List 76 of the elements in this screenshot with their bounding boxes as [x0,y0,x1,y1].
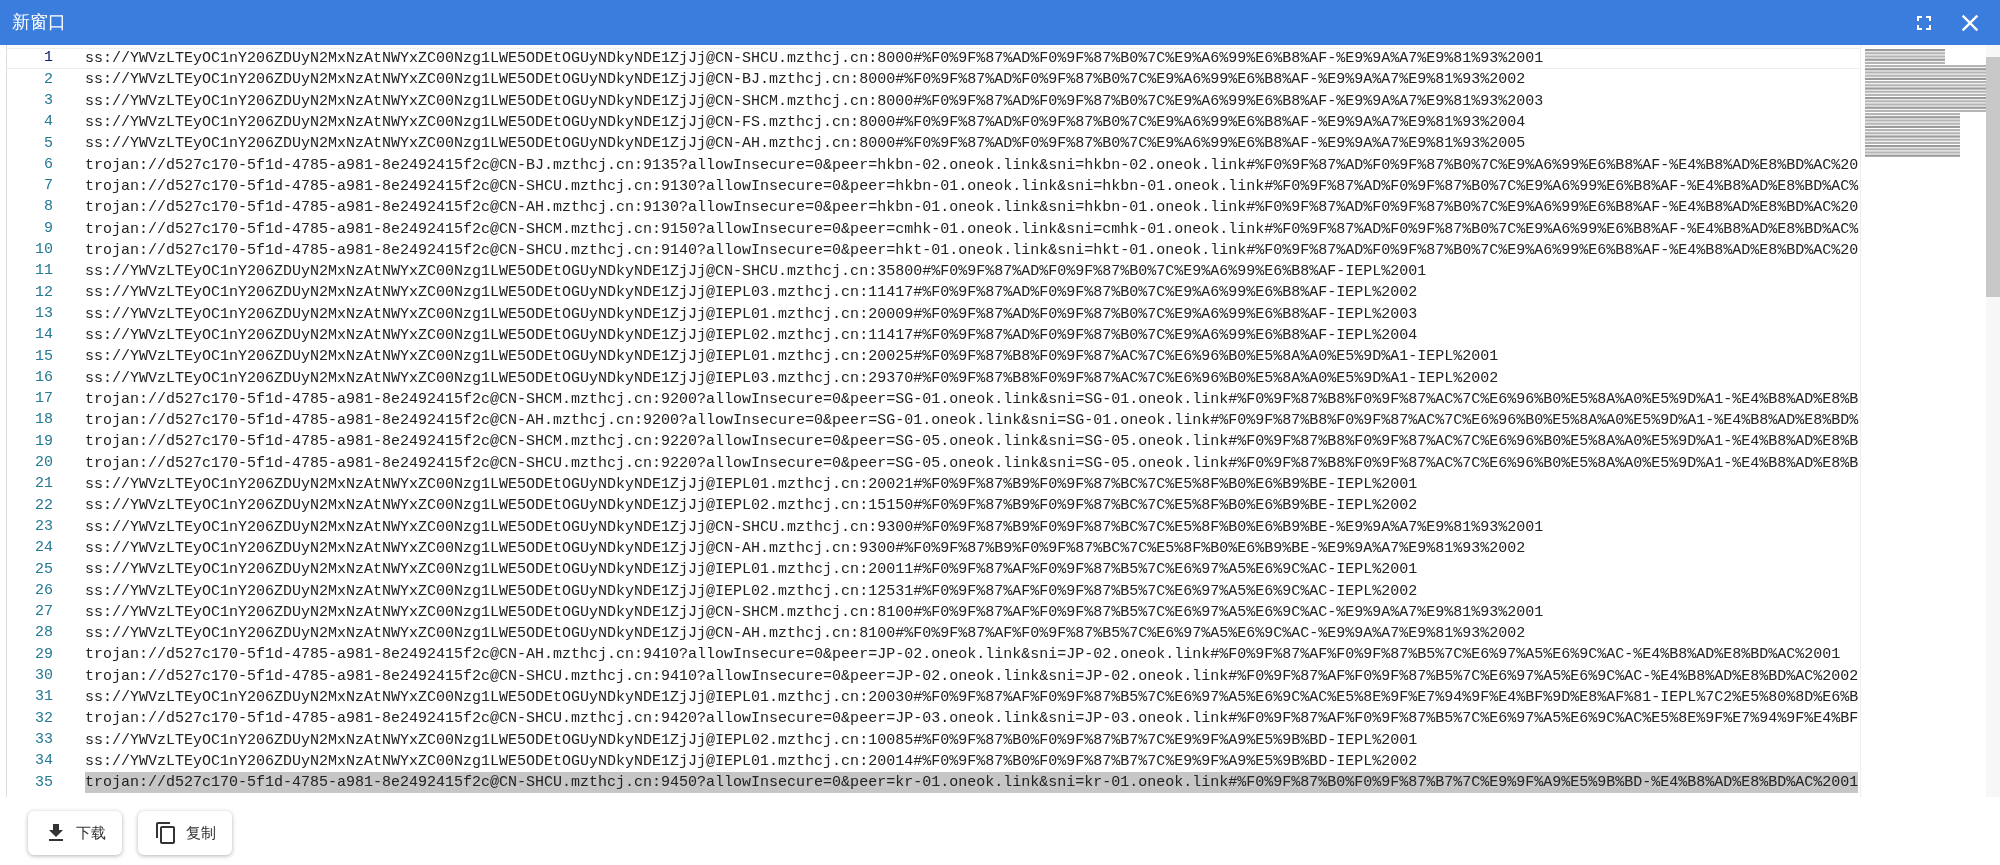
code-line: ss://YWVzLTEyOC1nY206ZDUyN2MxNzAtNWYxZC00Nzg1LWE5ODEtOGUyNDkyNDE1ZjJj@IEPL01.mzthcj.cn:20030#%F0%9F%87%AF%F0%9F%87%B5%7C%E6%97%A5%E6%9C%AC%E5%8E%9F%E7%94%9F%E4%BF%9D%E8%AF%81-IEPL%7C2%E5%80%8D%E6%B [85,688,1859,709]
code-line: trojan://d527c170-5f1d-4785-a981-8e2492415f2c@CN-SHCU.mzthcj.cn:9130?allowInsecure=0&peer=hkbn-01.oneok.link&sni=hkbn-01.oneok.link#%F0%9F%87%AD%F0%9F%87%B0%7C%E9%A6%99%E6%B8%AF-%E4%B8%AD%E8%BD%AC% [85,176,1859,197]
line-number: 33 [34,729,53,750]
download-button[interactable]: 下载 [28,811,122,855]
line-number: 5 [43,133,53,154]
code-line: ss://YWVzLTEyOC1nY206ZDUyN2MxNzAtNWYxZC00Nzg1LWE5ODEtOGUyNDkyNDE1ZjJj@IEPL03.mzthcj.cn:29370#%F0%9F%87%B8%F0%9F%87%AC%7C%E6%96%B0%E5%8A%A0%E5%9D%A1-IEPL%2002 [85,368,1499,389]
code-line: ss://YWVzLTEyOC1nY206ZDUyN2MxNzAtNWYxZC00Nzg1LWE5ODEtOGUyNDkyNDE1ZjJj@IEPL01.mzthcj.cn:20011#%F0%9F%87%AF%F0%9F%87%B5%7C%E6%97%A5%E6%9C%AC-IEPL%2001 [85,560,1418,581]
code-line: ss://YWVzLTEyOC1nY206ZDUyN2MxNzAtNWYxZC00Nzg1LWE5ODEtOGUyNDkyNDE1ZjJj@IEPL02.mzthcj.cn:15150#%F0%9F%87%B9%F0%9F%87%BC%7C%E5%8F%B0%E6%B9%BE-IEPL%2002 [85,496,1418,517]
line-number: 7 [43,176,53,197]
line-number: 22 [34,495,53,516]
copy-button[interactable]: 复制 [138,811,232,855]
line-number: 15 [34,346,53,367]
line-number: 17 [34,389,53,410]
code-line: ss://YWVzLTEyOC1nY206ZDUyN2MxNzAtNWYxZC00Nzg1LWE5ODEtOGUyNDkyNDE1ZjJj@CN-SHCU.mzthcj.cn:8000#%F0%9F%87%AD%F0%9F%87%B0%7C%E9%A6%99%E6%B8%AF-%E9%9A%A7%E9%81%93%2001 [85,49,1544,70]
line-number: 26 [34,580,53,601]
code-line: trojan://d527c170-5f1d-4785-a981-8e2492415f2c@CN-AH.mzthcj.cn:9130?allowInsecure=0&peer=hkbn-01.oneok.link&sni=hkbn-01.oneok.link#%F0%9F%87%AD%F0%9F%87%B0%7C%E9%A6%99%E6%B8%AF-%E4%B8%AD%E8%BD%AC%20 [85,198,1859,219]
line-number: 25 [34,559,53,580]
code-line: trojan://d527c170-5f1d-4785-a981-8e2492415f2c@CN-SHCU.mzthcj.cn:9220?allowInsecure=0&peer=SG-05.oneok.link&sni=SG-05.oneok.link#%F0%9F%87%B8%F0%9F%87%AC%7C%E6%96%B0%E5%8A%A0%E5%9D%A1-%E4%B8%AD%E8%B [85,453,1859,474]
code-line: ss://YWVzLTEyOC1nY206ZDUyN2MxNzAtNWYxZC00Nzg1LWE5ODEtOGUyNDkyNDE1ZjJj@IEPL02.mzthcj.cn:12531#%F0%9F%87%AF%F0%9F%87%B5%7C%E6%97%A5%E6%9C%AC-IEPL%2002 [85,581,1418,602]
line-number: 32 [34,708,53,729]
line-number: 23 [34,516,53,537]
line-number: 35 [34,772,53,793]
line-number: 21 [34,474,53,495]
line-number: 1 [43,48,53,69]
code-line: ss://YWVzLTEyOC1nY206ZDUyN2MxNzAtNWYxZC00Nzg1LWE5ODEtOGUyNDkyNDE1ZjJj@CN-SHCU.mzthcj.cn:35800#%F0%9F%87%AD%F0%9F%87%B0%7C%E9%A6%99%E6%B8%AF-IEPL%2001 [85,262,1427,283]
line-number: 2 [43,69,53,90]
code-line: trojan://d527c170-5f1d-4785-a981-8e2492415f2c@CN-BJ.mzthcj.cn:9135?allowInsecure=0&peer=hkbn-02.oneok.link&sni=hkbn-02.oneok.link#%F0%9F%87%AD%F0%9F%87%B0%7C%E9%A6%99%E6%B8%AF-%E4%B8%AD%E8%BD%AC%20 [85,155,1859,176]
window-title: 新窗口 [12,11,66,34]
line-number: 8 [43,197,53,218]
line-number: 24 [34,538,53,559]
line-number: 18 [34,410,53,431]
line-number: 16 [34,367,53,388]
code-line: trojan://d527c170-5f1d-4785-a981-8e2492415f2c@CN-SHCM.mzthcj.cn:9150?allowInsecure=0&peer=cmhk-01.oneok.link&sni=cmhk-01.oneok.link#%F0%9F%87%AD%F0%9F%87%B0%7C%E9%A6%99%E6%B8%AF-%E4%B8%AD%E8%BD%AC% [85,219,1859,240]
code-line: ss://YWVzLTEyOC1nY206ZDUyN2MxNzAtNWYxZC00Nzg1LWE5ODEtOGUyNDkyNDE1ZjJj@CN-FS.mzthcj.cn:8000#%F0%9F%87%AD%F0%9F%87%B0%7C%E9%A6%99%E6%B8%AF-%E9%9A%A7%E9%81%93%2004 [85,113,1526,134]
line-number: 19 [34,431,53,452]
code-line: ss://YWVzLTEyOC1nY206ZDUyN2MxNzAtNWYxZC00Nzg1LWE5ODEtOGUyNDkyNDE1ZjJj@CN-AH.mzthcj.cn:9300#%F0%9F%87%B9%F0%9F%87%BC%7C%E5%8F%B0%E6%B9%BE-%E9%9A%A7%E9%81%93%2002 [85,538,1526,559]
code-line: ss://YWVzLTEyOC1nY206ZDUyN2MxNzAtNWYxZC00Nzg1LWE5ODEtOGUyNDkyNDE1ZjJj@IEPL01.mzthcj.cn:20025#%F0%9F%87%B8%F0%9F%87%AC%7C%E6%96%B0%E5%8A%A0%E5%9D%A1-IEPL%2001 [85,347,1499,368]
code-line: ss://YWVzLTEyOC1nY206ZDUyN2MxNzAtNWYxZC00Nzg1LWE5ODEtOGUyNDkyNDE1ZjJj@CN-BJ.mzthcj.cn:8000#%F0%9F%87%AD%F0%9F%87%B0%7C%E9%A6%99%E6%B8%AF-%E9%9A%A7%E9%81%93%2002 [85,70,1526,91]
code-line: ss://YWVzLTEyOC1nY206ZDUyN2MxNzAtNWYxZC00Nzg1LWE5ODEtOGUyNDkyNDE1ZjJj@CN-AH.mzthcj.cn:8100#%F0%9F%87%AF%F0%9F%87%B5%7C%E6%97%A5%E6%9C%AC-%E9%9A%A7%E9%81%93%2002 [85,624,1526,645]
line-number: 34 [34,751,53,772]
code-editor[interactable] [6,45,2000,797]
copy-icon [154,821,178,845]
scrollbar[interactable] [1986,45,2000,797]
line-number: 6 [43,154,53,175]
code-line: ss://YWVzLTEyOC1nY206ZDUyN2MxNzAtNWYxZC00Nzg1LWE5ODEtOGUyNDkyNDE1ZjJj@IEPL03.mzthcj.cn:11417#%F0%9F%87%AD%F0%9F%87%B0%7C%E9%A6%99%E6%B8%AF-IEPL%2002 [85,283,1418,304]
line-number: 4 [43,112,53,133]
line-number: 3 [43,91,53,111]
code-line: ss://YWVzLTEyOC1nY206ZDUyN2MxNzAtNWYxZC00Nzg1LWE5ODEtOGUyNDkyNDE1ZjJj@IEPL01.mzthcj.cn:20009#%F0%9F%87%AD%F0%9F%87%B0%7C%E9%A6%99%E6%B8%AF-IEPL%2003 [85,304,1418,325]
line-number: 29 [34,644,53,665]
code-line: trojan://d527c170-5f1d-4785-a981-8e2492415f2c@CN-SHCM.mzthcj.cn:9220?allowInsecure=0&peer=SG-05.oneok.link&sni=SG-05.oneok.link#%F0%9F%87%B8%F0%9F%87%AC%7C%E6%96%B0%E5%8A%A0%E5%9D%A1-%E4%B8%AD%E8%B [85,432,1859,453]
code-line: trojan://d527c170-5f1d-4785-a981-8e2492415f2c@CN-AH.mzthcj.cn:9410?allowInsecure=0&peer=JP-02.oneok.link&sni=JP-02.oneok.link#%F0%9F%87%AF%F0%9F%87%B5%7C%E6%97%A5%E6%9C%AC-%E4%B8%AD%E8%BD%AC%2001 [85,645,1841,666]
code-line: ss://YWVzLTEyOC1nY206ZDUyN2MxNzAtNWYxZC00Nzg1LWE5ODEtOGUyNDkyNDE1ZjJj@CN-SHCU.mzthcj.cn:9300#%F0%9F%87%B9%F0%9F%87%BC%7C%E5%8F%B0%E6%B9%BE-%E9%9A%A7%E9%81%93%2001 [85,517,1544,538]
code-line: trojan://d527c170-5f1d-4785-a981-8e2492415f2c@CN-AH.mzthcj.cn:9200?allowInsecure=0&peer=SG-01.oneok.link&sni=SG-01.oneok.link#%F0%9F%87%B8%F0%9F%87%AC%7C%E6%96%B0%E5%8A%A0%E5%9D%A1-%E4%B8%AD%E8%BD% [85,411,1859,432]
code-line: ss://YWVzLTEyOC1nY206ZDUyN2MxNzAtNWYxZC00Nzg1LWE5ODEtOGUyNDkyNDE1ZjJj@IEPL02.mzthcj.cn:11417#%F0%9F%87%AD%F0%9F%87%B0%7C%E9%A6%99%E6%B8%AF-IEPL%2004 [85,326,1418,346]
line-number: 31 [34,687,53,708]
code-line: trojan://d527c170-5f1d-4785-a981-8e2492415f2c@CN-SHCU.mzthcj.cn:9410?allowInsecure=0&peer=JP-02.oneok.link&sni=JP-02.oneok.link#%F0%9F%87%AF%F0%9F%87%B5%7C%E6%97%A5%E6%9C%AC-%E4%B8%AD%E8%BD%AC%2002 [85,666,1859,687]
scrollbar-thumb[interactable] [1986,57,2000,297]
code-line: trojan://d527c170-5f1d-4785-a981-8e2492415f2c@CN-SHCU.mzthcj.cn:9140?allowInsecure=0&peer=hkt-01.oneok.link&sni=hkt-01.oneok.link#%F0%9F%87%AD%F0%9F%87%B0%7C%E9%A6%99%E6%B8%AF-%E4%B8%AD%E8%BD%AC%20 [85,240,1859,261]
code-line: ss://YWVzLTEyOC1nY206ZDUyN2MxNzAtNWYxZC00Nzg1LWE5ODEtOGUyNDkyNDE1ZjJj@IEPL01.mzthcj.cn:20021#%F0%9F%87%B9%F0%9F%87%BC%7C%E5%8F%B0%E6%B9%BE-IEPL%2001 [85,475,1418,496]
line-number: 30 [34,666,53,686]
line-number: 10 [34,240,53,261]
line-number: 14 [34,325,53,346]
code-line: ss://YWVzLTEyOC1nY206ZDUyN2MxNzAtNWYxZC00Nzg1LWE5ODEtOGUyNDkyNDE1ZjJj@IEPL01.mzthcj.cn:20014#%F0%9F%87%B0%F0%9F%87%B7%7C%E9%9F%A9%E5%9B%BD-IEPL%2002 [85,751,1418,772]
code-line: trojan://d527c170-5f1d-4785-a981-8e2492415f2c@CN-SHCM.mzthcj.cn:9200?allowInsecure=0&peer=SG-01.oneok.link&sni=SG-01.oneok.link#%F0%9F%87%B8%F0%9F%87%AC%7C%E6%96%B0%E5%8A%A0%E5%9D%A1-%E4%B8%AD%E8%B [85,389,1859,410]
line-number: 28 [34,623,53,644]
line-number: 11 [34,261,53,282]
line-number: 27 [34,602,53,623]
code-line: ss://YWVzLTEyOC1nY206ZDUyN2MxNzAtNWYxZC00Nzg1LWE5ODEtOGUyNDkyNDE1ZjJj@CN-SHCM.mzthcj.cn:8100#%F0%9F%87%AF%F0%9F%87%B5%7C%E6%97%A5%E6%9C%AC-%E9%9A%A7%E9%81%93%2001 [85,602,1544,623]
code-line: ss://YWVzLTEyOC1nY206ZDUyN2MxNzAtNWYxZC00Nzg1LWE5ODEtOGUyNDkyNDE1ZjJj@CN-AH.mzthcj.cn:8000#%F0%9F%87%AD%F0%9F%87%B0%7C%E9%A6%99%E6%B8%AF-%E9%9A%A7%E9%81%93%2005 [85,134,1526,155]
line-number: 12 [34,282,53,303]
code-line: ss://YWVzLTEyOC1nY206ZDUyN2MxNzAtNWYxZC00Nzg1LWE5ODEtOGUyNDkyNDE1ZjJj@IEPL02.mzthcj.cn:10085#%F0%9F%87%B0%F0%9F%87%B7%7C%E9%9F%A9%E5%9B%BD-IEPL%2001 [85,730,1418,751]
line-number: 20 [34,453,53,474]
line-number: 13 [34,303,53,324]
line-number: 9 [43,218,53,239]
code-line: ss://YWVzLTEyOC1nY206ZDUyN2MxNzAtNWYxZC00Nzg1LWE5ODEtOGUyNDkyNDE1ZjJj@CN-SHCM.mzthcj.cn:8000#%F0%9F%87%AD%F0%9F%87%B0%7C%E9%A6%99%E6%B8%AF-%E9%9A%A7%E9%81%93%2003 [85,91,1544,112]
code-line: trojan://d527c170-5f1d-4785-a981-8e2492415f2c@CN-SHCU.mzthcj.cn:9420?allowInsecure=0&peer=JP-03.oneok.link&sni=JP-03.oneok.link#%F0%9F%87%AF%F0%9F%87%B5%7C%E6%97%A5%E6%9C%AC%E5%8E%9F%E7%94%9F%E4%BF [85,709,1859,730]
